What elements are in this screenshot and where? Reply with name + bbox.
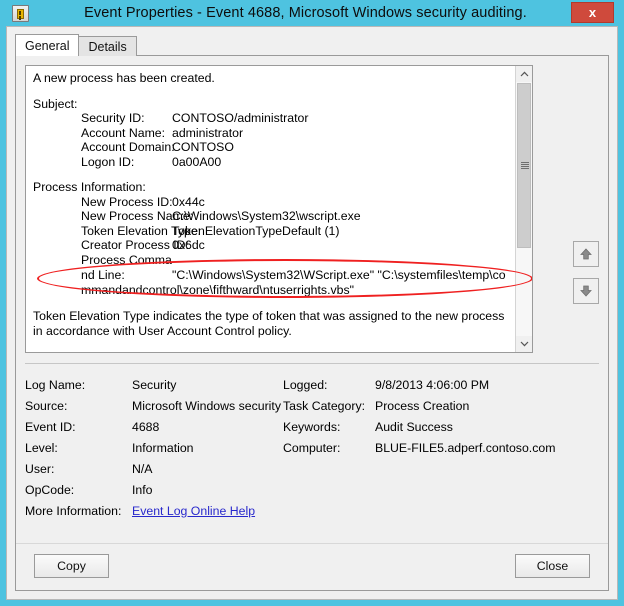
chevron-up-icon: [520, 71, 528, 77]
event-description-panel[interactable]: A new process has been created. Subject:…: [25, 65, 533, 353]
field-value: CONTOSO: [172, 140, 234, 154]
field-label: Logon ID:: [81, 154, 135, 169]
field-label: Security ID:: [81, 111, 145, 125]
field-value: CONTOSO/administrator: [172, 111, 309, 125]
event-field-row: Creator Process ID: 0x6dc: [33, 238, 509, 253]
metadata-row: Log Name: Security: [25, 374, 283, 395]
metadata-value: Security: [132, 377, 177, 392]
metadata-label: OpCode:: [25, 482, 75, 497]
arrow-down-icon: [580, 285, 592, 297]
metadata-value: BLUE-FILE5.adperf.contoso.com: [375, 440, 556, 455]
close-button[interactable]: Close: [515, 554, 590, 578]
previous-event-button[interactable]: [573, 241, 599, 267]
field-label: Token Elevation Type:: [81, 223, 202, 238]
field-label: Creator Process ID:: [81, 238, 189, 252]
metadata-label: Event ID:: [25, 419, 76, 434]
field-label: New Process Name:: [81, 209, 194, 223]
metadata-value: 4688: [132, 419, 160, 434]
field-value: 0a00A00: [172, 154, 222, 169]
metadata-value: 9/8/2013 4:06:00 PM: [375, 377, 490, 392]
metadata-row: User: N/A: [25, 458, 283, 479]
metadata-label: Source:: [25, 398, 68, 413]
scrollbar-grip-icon: [521, 162, 529, 169]
next-event-button[interactable]: [573, 278, 599, 304]
metadata-label: Task Category:: [283, 398, 366, 413]
subject-heading: Subject:: [33, 96, 78, 111]
metadata-right-column: Logged: 9/8/2013 4:06:00 PM Task Categor…: [283, 374, 599, 500]
field-value: 0x6dc: [172, 238, 205, 252]
field-value: 0x44c: [172, 194, 205, 209]
dialog-footer: Copy Close: [16, 543, 608, 590]
metadata-label: Level:: [25, 440, 58, 455]
token-elevation-note: Token Elevation Type indicates the type …: [33, 308, 505, 338]
metadata-value: Audit Success: [375, 419, 453, 434]
event-field-row: Account Name: administrator: [33, 126, 509, 141]
metadata-row: Level: Information: [25, 437, 283, 458]
tab-general[interactable]: General: [15, 34, 80, 56]
tab-details[interactable]: Details: [78, 36, 137, 56]
event-field-row: Logon ID: 0a00A00: [33, 155, 509, 170]
field-label: New Process ID:: [81, 194, 173, 209]
metadata-row: OpCode: Info: [25, 479, 283, 500]
metadata-label: Log Name:: [25, 377, 86, 392]
process-command-line-label: Process Command Line:: [81, 252, 172, 282]
metadata-separator: [25, 363, 599, 364]
field-value: TokenElevationTypeDefault (1): [172, 223, 340, 238]
metadata-left-column: Log Name: Security Source: Microsoft Win…: [25, 374, 283, 500]
chevron-down-icon: [520, 341, 528, 347]
event-properties-window: Event Properties - Event 4688, Microsoft…: [0, 0, 624, 606]
metadata-value: Information: [132, 440, 194, 455]
metadata-value: Microsoft Windows security: [132, 398, 281, 413]
metadata-row: Keywords: Audit Success: [283, 416, 599, 437]
event-summary: A new process has been created.: [33, 71, 215, 85]
tab-strip: General Details: [15, 34, 137, 56]
event-description-text: A new process has been created. Subject:…: [26, 66, 515, 339]
metadata-value: Process Creation: [375, 398, 470, 413]
event-field-row: New Process Name: C:\Windows\System32\ws…: [33, 209, 509, 224]
window-title: Event Properties - Event 4688, Microsoft…: [84, 5, 527, 21]
metadata-label: Computer:: [283, 440, 341, 455]
event-field-row: Security ID: CONTOSO/administrator: [33, 111, 509, 126]
metadata-value: Info: [132, 482, 153, 497]
event-field-row: New Process ID: 0x44c: [33, 195, 509, 210]
scroll-down-button[interactable]: [516, 336, 532, 352]
process-command-line-row: Process Command Line: "C:\Windows\System3…: [33, 253, 509, 298]
client-area: General Details A new process has been c…: [6, 26, 618, 600]
more-information-label: More Information:: [25, 503, 122, 518]
metadata-row: Event ID: 4688: [25, 416, 283, 437]
field-label: Account Name:: [81, 125, 166, 140]
event-panel-scrollbar[interactable]: [515, 66, 532, 352]
process-information-heading: Process Information:: [33, 180, 146, 194]
arrow-up-icon: [580, 248, 592, 260]
metadata-label: Logged:: [283, 377, 328, 392]
event-log-icon: [12, 4, 29, 22]
metadata-label: Keywords:: [283, 419, 341, 434]
metadata-row: Task Category: Process Creation: [283, 395, 599, 416]
scroll-up-button[interactable]: [516, 66, 532, 82]
event-navigation-buttons: [573, 241, 599, 315]
event-log-online-help-link[interactable]: Event Log Online Help: [132, 504, 255, 518]
field-label: Account Domain:: [81, 140, 175, 154]
field-value: administrator: [172, 125, 244, 140]
event-metadata: Log Name: Security Source: Microsoft Win…: [25, 374, 599, 521]
field-value: C:\Windows\System32\wscript.exe: [172, 209, 361, 223]
close-window-button[interactable]: x: [571, 2, 614, 23]
metadata-label: User:: [25, 461, 55, 476]
metadata-value: N/A: [132, 461, 153, 476]
copy-button[interactable]: Copy: [34, 554, 109, 578]
scrollbar-thumb[interactable]: [517, 83, 531, 248]
metadata-row: Logged: 9/8/2013 4:06:00 PM: [283, 374, 599, 395]
metadata-row: Source: Microsoft Windows security: [25, 395, 283, 416]
more-information-row: More Information: Event Log Online Help: [25, 500, 599, 521]
event-field-row: Account Domain: CONTOSO: [33, 140, 509, 155]
tab-panel-general: A new process has been created. Subject:…: [15, 55, 609, 591]
title-bar: Event Properties - Event 4688, Microsoft…: [6, 0, 618, 26]
event-field-row: Token Elevation Type: TokenElevationType…: [33, 224, 509, 239]
metadata-row: Computer: BLUE-FILE5.adperf.contoso.com: [283, 437, 599, 458]
